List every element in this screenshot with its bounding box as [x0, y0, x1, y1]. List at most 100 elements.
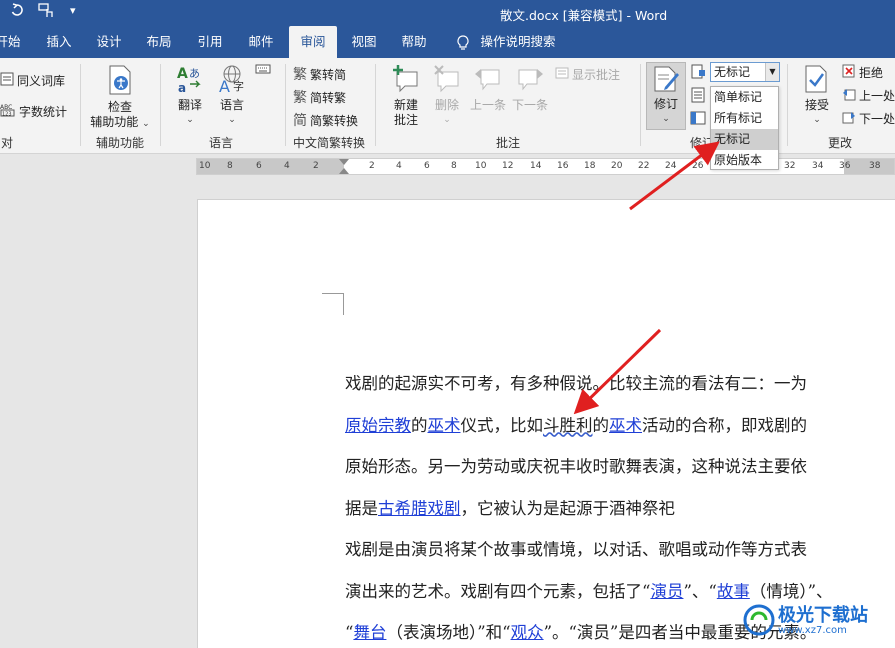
tab-home[interactable]: 开始: [0, 26, 22, 58]
previous-change-button[interactable]: 上一处: [842, 87, 895, 104]
group-divider: [787, 64, 788, 146]
next-change-button[interactable]: 下一处: [842, 110, 895, 127]
chevron-down-icon: ⌄: [228, 115, 236, 125]
body-text: （表演场地）”和“: [386, 623, 511, 642]
previous-comment-button[interactable]: 上一条: [468, 64, 508, 113]
chevron-down-icon: ⌄: [813, 115, 821, 125]
tab-layout[interactable]: 布局: [142, 26, 176, 58]
body-text: ”、“: [683, 581, 717, 601]
ruler-tick: 26: [692, 161, 704, 171]
group-divider: [640, 64, 641, 146]
markup-dropdown-list: 简单标记 所有标记 无标记 原始版本: [710, 86, 779, 170]
reject-button[interactable]: 拒绝: [842, 64, 883, 81]
ruler-tick: 32: [784, 161, 796, 171]
ruler-tick: 4: [396, 161, 402, 171]
tab-references[interactable]: 引用: [193, 26, 227, 58]
track-changes-icon: [647, 65, 685, 97]
markup-option-none[interactable]: 无标记: [711, 129, 778, 150]
document-line[interactable]: 原始宗教的巫术仪式，比如斗胜利的巫术活动的合称，即戏剧的: [345, 405, 885, 447]
tab-mailings[interactable]: 邮件: [244, 26, 278, 58]
track-changes-button[interactable]: 修订 ⌄: [646, 62, 686, 130]
delete-comment-button[interactable]: 删除 ⌄: [428, 64, 466, 128]
markup-display-select[interactable]: 无标记 ▼: [710, 62, 780, 82]
body-text: 的: [411, 415, 428, 435]
ruler-tick: 34: [812, 161, 824, 171]
document-line[interactable]: 戏剧是由演员将某个故事或情境，以对话、歌唱或动作等方式表: [345, 529, 885, 571]
group-divider: [160, 64, 161, 146]
document-line[interactable]: 据是古希腊戏剧，它被认为是起源于酒神祭祀: [345, 488, 885, 530]
svg-text:字: 字: [233, 79, 244, 93]
body-text: ，它被认为是起源于酒神祭祀: [460, 498, 676, 518]
thesaurus-button[interactable]: 同义词库: [0, 72, 65, 89]
document-line[interactable]: 戏剧的起源实不可考，有多种假说。比较主流的看法有二：一为: [345, 363, 885, 405]
keyboard-icon[interactable]: [255, 63, 271, 75]
hyperlink[interactable]: 巫术: [428, 416, 461, 435]
chevron-down-icon[interactable]: ▼: [765, 63, 779, 81]
document-line[interactable]: 原始形态。另一为劳动或庆祝丰收时歌舞表演，这种说法主要依: [345, 446, 885, 488]
ruler-tick: 22: [638, 161, 650, 171]
document-page[interactable]: 戏剧的起源实不可考，有多种假说。比较主流的看法有二：一为 原始宗教的巫术仪式，比如…: [197, 199, 895, 648]
watermark: 极光下载站 www.xz7.com: [742, 593, 895, 648]
body-text: 据是: [345, 498, 378, 518]
markup-option-original[interactable]: 原始版本: [711, 150, 778, 171]
tab-insert[interactable]: 插入: [42, 26, 76, 58]
translate-button[interactable]: Aあa 翻译 ⌄: [170, 64, 210, 128]
reject-icon: [842, 64, 856, 81]
tell-me-search[interactable]: 操作说明搜索: [480, 26, 556, 58]
chinese-conversion-button[interactable]: 简 简繁转换: [293, 110, 358, 130]
first-line-indent-marker[interactable]: [339, 159, 349, 165]
hyperlink[interactable]: 演员: [650, 582, 683, 601]
markup-display-icon[interactable]: [690, 64, 706, 80]
tab-design[interactable]: 设计: [92, 26, 126, 58]
horizontal-ruler[interactable]: 10 8 6 4 2 2 4 6 8 10 12 14 16 18 20 22 …: [196, 158, 895, 175]
traditional-to-simplified-icon: 繁: [293, 67, 307, 83]
hyperlink[interactable]: 舞台: [353, 623, 386, 642]
show-markup-icon[interactable]: [690, 87, 706, 103]
ruler-tick: 16: [557, 161, 569, 171]
tab-view[interactable]: 视图: [347, 26, 381, 58]
word-count-button[interactable]: ABC 123 字数统计: [0, 102, 67, 121]
word-count-label: 字数统计: [19, 105, 68, 119]
language-button[interactable]: A字 语言 ⌄: [212, 64, 252, 128]
chinese-conversion-group-label: 中文简繁转换: [292, 136, 365, 150]
hanging-indent-marker[interactable]: [339, 168, 349, 174]
accessibility-label: 辅助功能: [90, 115, 139, 129]
hyperlink[interactable]: 古希腊戏剧: [378, 499, 461, 518]
customize-icon[interactable]: ▾: [70, 4, 76, 17]
hyperlink[interactable]: 原始宗教: [345, 416, 411, 435]
touch-mode-icon[interactable]: [38, 3, 56, 23]
group-divider: [375, 64, 376, 146]
ruler-tick: 14: [530, 161, 542, 171]
new-comment-button[interactable]: 新建 批注: [386, 64, 426, 128]
accept-button[interactable]: 接受 ⌄: [797, 64, 837, 128]
hyperlink[interactable]: 观众: [511, 623, 544, 642]
spelling-flagged-text[interactable]: 斗胜利: [543, 416, 593, 435]
traditional-to-simplified-button[interactable]: 繁 繁转简: [293, 64, 346, 84]
svg-text:あ: あ: [189, 67, 200, 80]
tab-help[interactable]: 帮助: [397, 26, 431, 58]
chevron-down-icon: ⌄: [186, 115, 194, 125]
reject-label: 拒绝: [859, 66, 884, 80]
check-accessibility-button[interactable]: 检查 辅助功能 ⌄: [86, 64, 154, 132]
track-changes-label: 修订: [653, 97, 678, 111]
show-comments-label: 显示批注: [572, 68, 621, 82]
hyperlink[interactable]: 巫术: [609, 416, 642, 435]
markup-option-all[interactable]: 所有标记: [711, 108, 778, 129]
tab-review[interactable]: 审阅: [289, 26, 337, 58]
accept-icon: [797, 64, 837, 98]
show-comments-button[interactable]: 显示批注: [555, 66, 620, 83]
ruler-margin-left: [197, 159, 344, 174]
ruler-tick: 12: [502, 161, 514, 171]
simplified-to-traditional-button[interactable]: 繁 简转繁: [293, 87, 346, 107]
markup-option-simple[interactable]: 简单标记: [711, 87, 778, 108]
conversion-icon: 简: [293, 113, 307, 129]
body-text: 仪式，比如: [460, 415, 544, 435]
reviewing-pane-icon[interactable]: [690, 110, 706, 126]
chevron-down-icon: ⌄: [443, 115, 451, 125]
undo-icon[interactable]: [10, 3, 24, 21]
ruler-tick: 36: [839, 161, 851, 171]
convert-label: 简繁转换: [310, 113, 359, 128]
body-text: 原始形态。另一为劳动或庆祝丰收时歌舞表演，这种说法主要依: [345, 457, 807, 476]
lightbulb-icon[interactable]: [452, 26, 474, 58]
next-comment-button[interactable]: 下一条: [510, 64, 550, 113]
